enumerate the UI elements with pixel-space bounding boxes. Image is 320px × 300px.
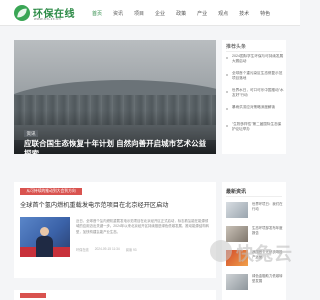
- site-header: 环保在线 www.hb-zx.cn 首页 资讯 项目 企业 政策 产业 观点 技…: [0, 0, 300, 26]
- list-item-text[interactable]: "生物多样性"第二届国际生态保护论坛举办: [232, 122, 284, 132]
- recommended-title: 推荐头条: [226, 44, 247, 50]
- list-item[interactable]: "生物多样性"第二届国际生态保护论坛举办: [226, 122, 284, 139]
- news-item-text[interactable]: 世界环境日：我们在行动: [252, 202, 284, 217]
- article-category-label[interactable]: 从可持续的推动到大会到方向: [20, 188, 82, 195]
- nav-item-news[interactable]: 资讯: [113, 9, 123, 19]
- leaf-icon: [14, 5, 30, 21]
- bullet-icon: [226, 91, 228, 93]
- nav-item-features[interactable]: 特色: [260, 9, 270, 19]
- article-views: 阅读 93: [125, 248, 137, 252]
- list-item-text[interactable]: 暴雨洪涝应对策略深度解读: [232, 105, 284, 115]
- next-article-card: [14, 290, 216, 300]
- article-title[interactable]: 全球首个氢内燃机重载发电示范项目在北京经开区启动: [20, 200, 210, 209]
- nav-item-industry[interactable]: 产业: [197, 9, 207, 19]
- nav-item-policy[interactable]: 政策: [176, 9, 186, 19]
- news-thumbnail[interactable]: [226, 202, 248, 218]
- next-article-label[interactable]: [20, 293, 46, 298]
- slider-title[interactable]: 应联合国生态恢复十年计划 自然向善开启城市艺术公益探索: [24, 139, 209, 154]
- article-thumbnail[interactable]: [20, 217, 70, 257]
- article-meta: 环保在线 2024-09-15 11:34 阅读 93: [76, 247, 143, 252]
- bullet-icon: [226, 125, 228, 127]
- watermark: 快兔云: [210, 238, 300, 268]
- list-item[interactable]: 2024国际学生环保与可持续发展大赛启动: [226, 54, 284, 71]
- nav-item-tech[interactable]: 技术: [239, 9, 249, 19]
- article-card: 从可持续的推动到大会到方向 全球首个氢内燃机重载发电示范项目在北京经开区启动 近…: [14, 182, 216, 278]
- divider: [226, 51, 282, 52]
- news-thumbnail[interactable]: [226, 274, 248, 290]
- bullet-icon: [226, 57, 228, 59]
- nav-item-opinion[interactable]: 观点: [218, 9, 228, 19]
- nav-item-home[interactable]: 首页: [92, 9, 102, 19]
- watermark-badge-icon: [210, 240, 232, 262]
- recommended-list: 2024国际学生环保与可持续发展大赛启动 全球首个重污染区生态修复示范项目落地 …: [226, 54, 284, 139]
- latest-news-item[interactable]: 世界环境日：我们在行动: [226, 202, 284, 226]
- thumb-speaker-head: [40, 227, 49, 236]
- divider: [226, 196, 282, 197]
- article-summary: 近日，全球首个氢内燃机重载发电示范项目在北京经开区正式启动，标志着氢能在能源领域…: [76, 219, 209, 234]
- bullet-icon: [226, 74, 228, 76]
- list-item-text[interactable]: 2024国际学生环保与可持续发展大赛启动: [232, 54, 284, 64]
- news-item-text[interactable]: 绿色金融助力低碳转型发展: [252, 274, 284, 289]
- list-item[interactable]: 暴雨洪涝应对策略深度解读: [226, 105, 284, 122]
- watermark-text: 快兔云: [236, 244, 293, 264]
- featured-slider[interactable]: 资讯 应联合国生态恢复十年计划 自然向善开启城市艺术公益探索: [14, 40, 216, 154]
- list-item-text[interactable]: 全球首个重污染区生态修复示范项目落地: [232, 71, 284, 81]
- recommended-panel: 推荐头条 2024国际学生环保与可持续发展大赛启动 全球首个重污染区生态修复示范…: [222, 40, 286, 154]
- latest-news-title: 最新资讯: [226, 189, 247, 195]
- article-source: 环保在线: [76, 248, 89, 252]
- list-item[interactable]: 世界水日，可口可乐中国推动"水友好"行动: [226, 88, 284, 105]
- bullet-icon: [226, 108, 228, 110]
- latest-news-item[interactable]: 绿色金融助力低碳转型发展: [226, 274, 284, 298]
- nav-item-projects[interactable]: 项目: [134, 9, 144, 19]
- nav-item-enterprise[interactable]: 企业: [155, 9, 165, 19]
- list-item[interactable]: 全球首个重污染区生态修复示范项目落地: [226, 71, 284, 88]
- site-logo[interactable]: 环保在线 www.hb-zx.cn: [14, 5, 84, 23]
- thumb-speaker-body: [36, 236, 53, 257]
- logo-domain: www.hb-zx.cn: [34, 17, 61, 21]
- slider-category-tag[interactable]: 资讯: [24, 130, 38, 137]
- article-date: 2024-09-15 11:34: [94, 247, 120, 251]
- list-item-text[interactable]: 世界水日，可口可乐中国推动"水友好"行动: [232, 88, 284, 98]
- main-nav: 首页 资讯 项目 企业 政策 产业 观点 技术 特色: [92, 9, 281, 19]
